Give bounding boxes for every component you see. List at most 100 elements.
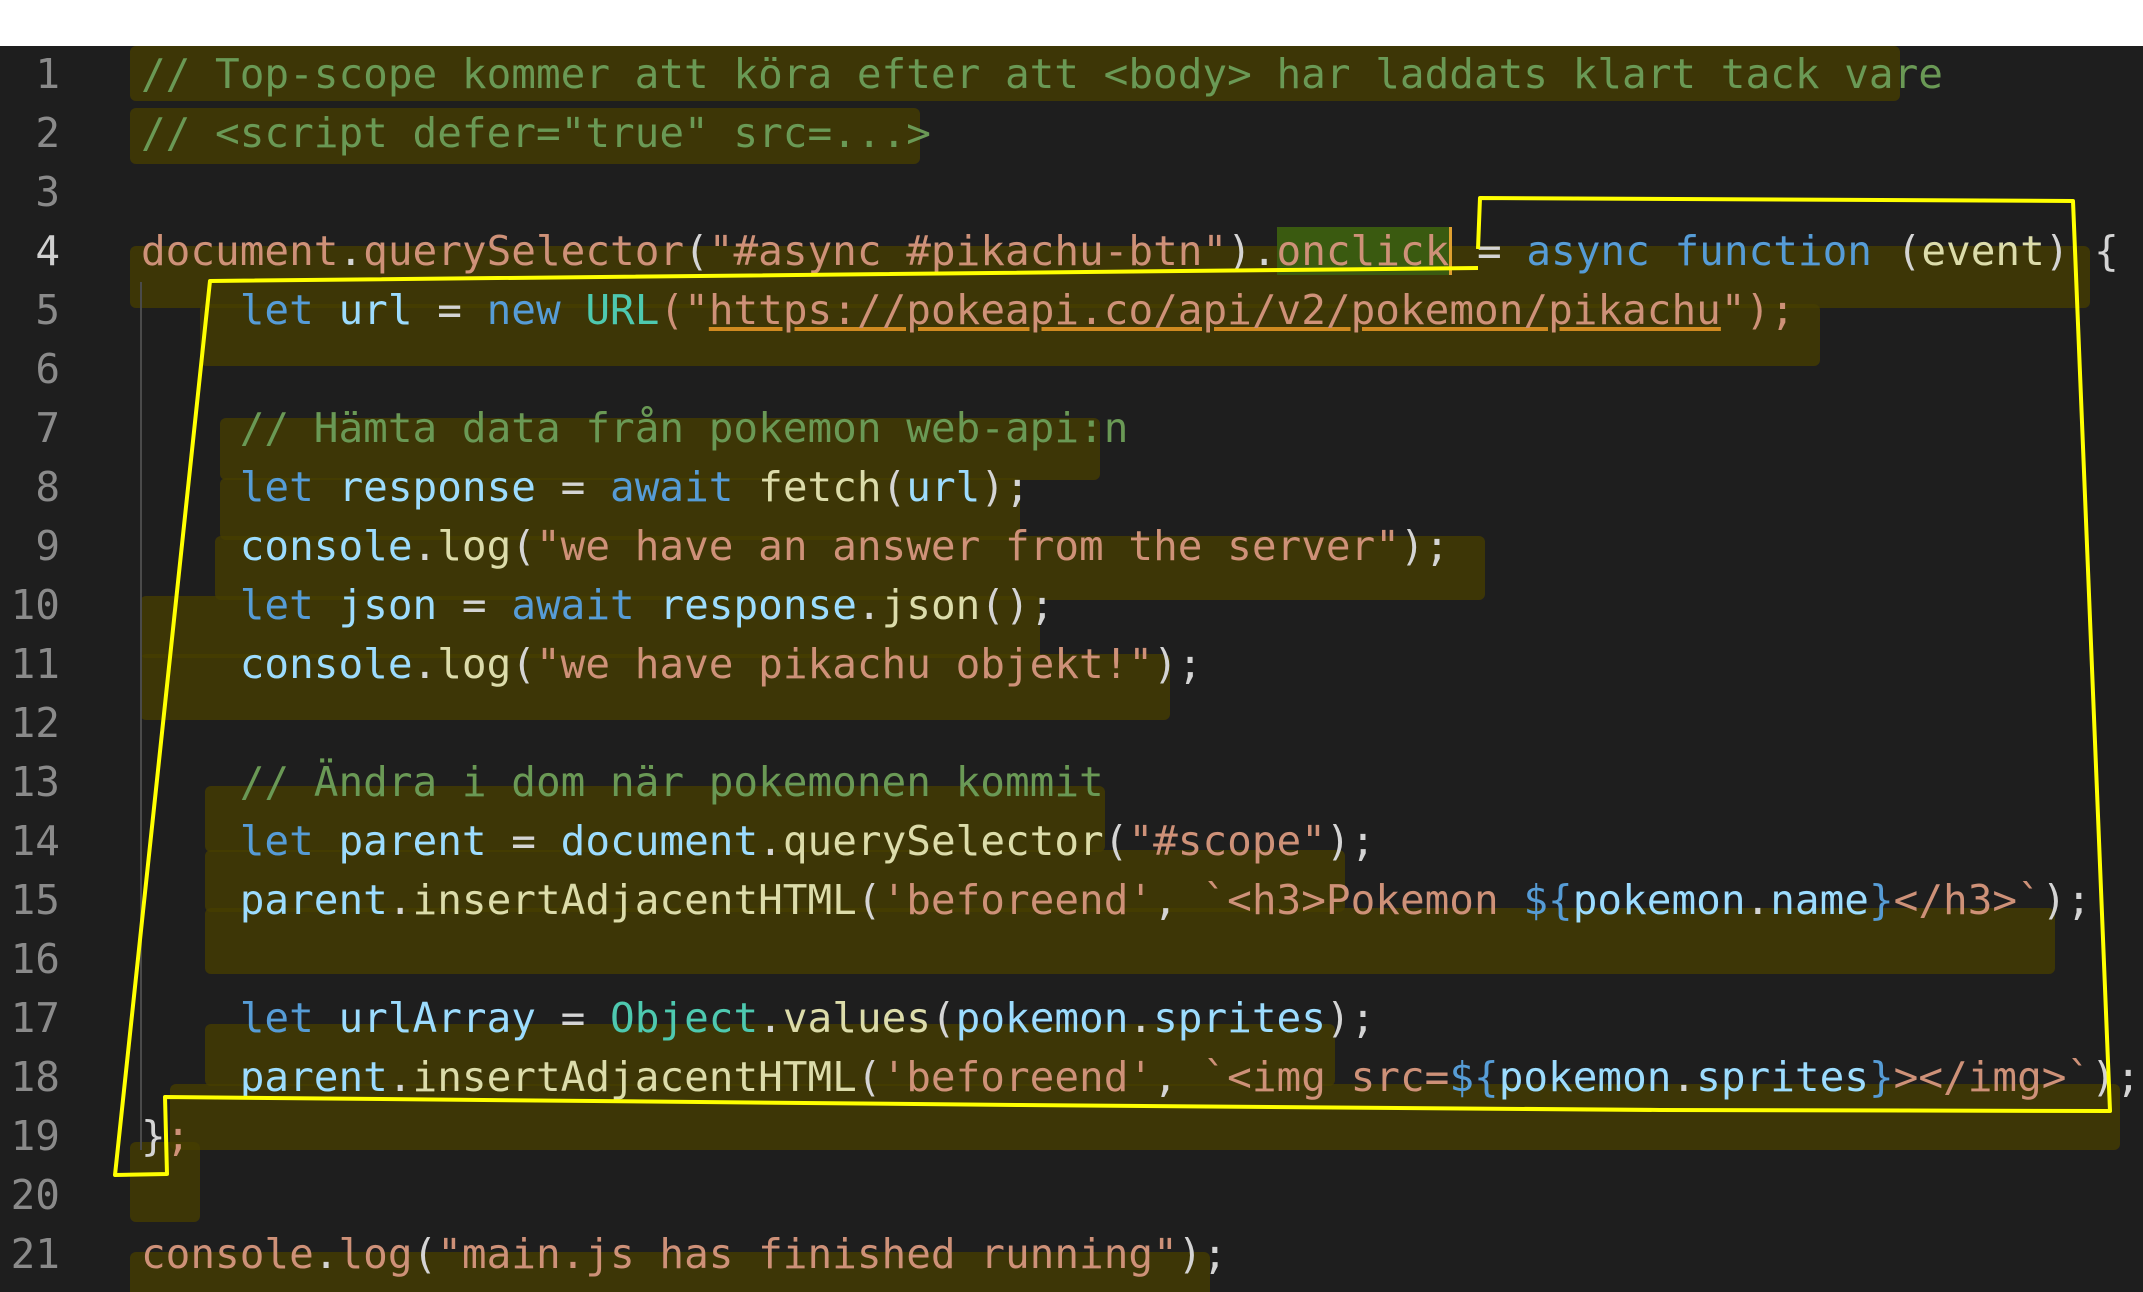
code-token: json (338, 581, 438, 629)
code-line[interactable]: 15 parent.insertAdjacentHTML('beforeend'… (0, 871, 2143, 930)
code-line[interactable]: 5 let url = new URL("https://pokeapi.co/… (0, 281, 2143, 340)
code-token: ${ (1523, 876, 1573, 924)
line-number: 21 (10, 1230, 60, 1278)
code-line[interactable]: 21 console.log("main.js has finished runn… (0, 1225, 2143, 1284)
code-token: new (486, 286, 586, 334)
code-token: ; (165, 1112, 191, 1160)
code-text: let urlArray = Object.values(pokemon.spr… (141, 989, 1376, 1048)
code-line[interactable]: 20 (0, 1166, 2143, 1225)
code-token: = (486, 817, 561, 865)
line-number: 3 (35, 168, 60, 216)
code-line[interactable]: 11 console.log("we have pikachu objekt!"… (0, 635, 2143, 694)
code-token: sprites (1153, 994, 1326, 1042)
code-token: `<h3>Pokemon (1202, 876, 1524, 924)
code-token: await (610, 463, 759, 511)
code-token: (); (980, 581, 1055, 629)
code-line[interactable]: 1 // Top-scope kommer att köra efter att … (0, 46, 2143, 104)
code-editor[interactable]: 1 // Top-scope kommer att köra efter att … (0, 46, 2143, 1292)
code-text: let parent = document.querySelector("#sc… (141, 812, 1376, 871)
code-token: url (906, 463, 981, 511)
code-token: pokemon (1572, 876, 1746, 924)
line-number: 20 (10, 1171, 60, 1219)
code-line[interactable]: 18 parent.insertAdjacentHTML('beforeend'… (0, 1048, 2143, 1107)
code-token: 'beforeend' (881, 876, 1154, 924)
code-token: Object (610, 994, 759, 1042)
code-line[interactable]: 10 let json = await response.json(); (0, 576, 2143, 635)
code-line[interactable]: 12 (0, 694, 2143, 753)
line-number: 11 (10, 640, 60, 688)
code-line[interactable]: 9 console.log("we have an answer from th… (0, 517, 2143, 576)
code-line[interactable]: 6 (0, 340, 2143, 399)
line-number: 15 (10, 876, 60, 924)
code-token: urlArray (338, 994, 536, 1042)
code-line[interactable]: 16 (0, 930, 2143, 989)
code-token: = (1452, 227, 1527, 275)
code-token: let (239, 286, 339, 334)
code-token: insertAdjacentHTML (412, 1053, 857, 1101)
code-token: // <script defer="true" src=...> (141, 109, 931, 157)
code-token: . (387, 1053, 413, 1101)
code-line[interactable]: 13 // Ändra i dom när pokemonen kommit (0, 753, 2143, 812)
code-line[interactable]: 4 document.querySelector("#async #pikachu… (0, 222, 2143, 281)
code-token: ); (980, 463, 1030, 511)
code-token: event (1921, 227, 2045, 275)
code-line[interactable]: 14 let parent = document.querySelector("… (0, 812, 2143, 871)
code-token: ); (1153, 640, 1203, 688)
code-token: ); (1325, 817, 1376, 865)
code-token: await (511, 581, 660, 629)
code-token: ( (930, 994, 956, 1042)
code-token: log (338, 1230, 413, 1278)
code-token: ); (1325, 994, 1376, 1042)
code-token: pokemon (1498, 1053, 1672, 1101)
line-number: 18 (10, 1053, 60, 1101)
line-number: 2 (35, 109, 60, 157)
code-token: . (758, 994, 783, 1042)
code-text: console.log("we have pikachu objekt!"); (141, 635, 1203, 694)
code-line[interactable]: 3 (0, 163, 2143, 222)
code-token: (" (659, 286, 709, 334)
code-token: </h3>` (1893, 876, 2042, 924)
code-token: name (1770, 876, 1869, 924)
code-line[interactable]: 2 // <script defer="true" src=...> (0, 104, 2143, 163)
code-token: let (239, 463, 339, 511)
code-token: parent (239, 876, 388, 924)
code-token: url (338, 286, 413, 334)
line-number: 4 (35, 227, 60, 275)
code-token: // Ändra i dom när pokemonen kommit (239, 758, 1104, 806)
code-token: ); (2041, 876, 2092, 924)
code-token: ); (2091, 1053, 2141, 1101)
code-token: parent (338, 817, 487, 865)
code-token: fetch (758, 463, 882, 511)
line-number: 8 (35, 463, 60, 511)
code-token: ></img>` (1893, 1053, 2092, 1101)
code-token: pokemon (955, 994, 1129, 1042)
code-token: ); (1399, 522, 1450, 570)
line-number: 7 (35, 404, 60, 452)
line-number: 17 (10, 994, 60, 1042)
code-token: ( (856, 876, 882, 924)
code-token: ( (684, 227, 709, 275)
code-line[interactable]: 7 // Hämta data från pokemon web-api:n (0, 399, 2143, 458)
code-token: ( (511, 640, 536, 688)
code-token: ( (511, 522, 536, 570)
code-line[interactable]: 8 let response = await fetch(url); (0, 458, 2143, 517)
code-text: parent.insertAdjacentHTML('beforeend', `… (141, 1048, 2141, 1107)
code-token: ); (1177, 1230, 1228, 1278)
code-token: console (239, 640, 413, 688)
code-token: . (1128, 994, 1154, 1042)
line-number: 1 (35, 50, 60, 98)
code-token: ( (856, 1053, 882, 1101)
code-text: console.log("main.js has finished runnin… (141, 1225, 1227, 1284)
code-token: . (1671, 1053, 1697, 1101)
code-token: } (1868, 876, 1894, 924)
code-token: parent (239, 1053, 388, 1101)
code-line[interactable]: 17 let urlArray = Object.values(pokemon.… (0, 989, 2143, 1048)
code-token: log (437, 522, 512, 570)
code-line[interactable]: 19}; (0, 1107, 2143, 1166)
